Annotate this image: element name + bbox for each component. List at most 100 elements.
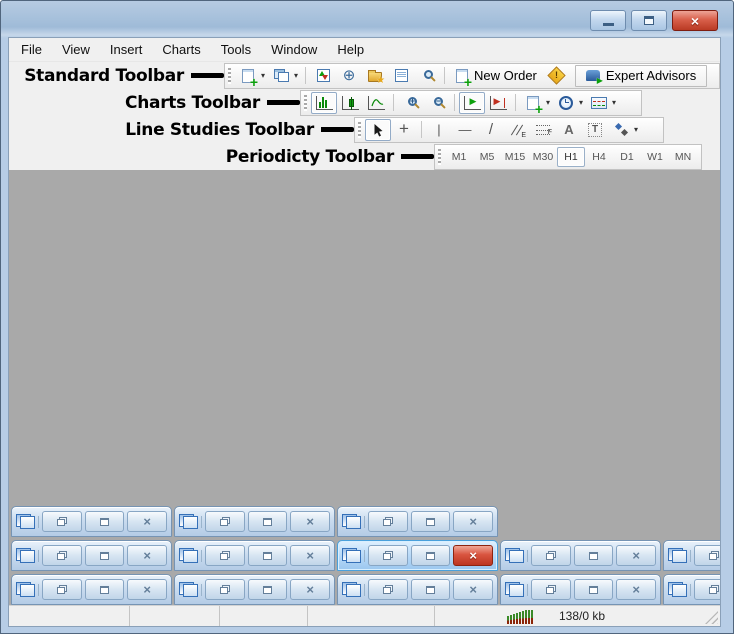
candlestick-chart-button[interactable]: [337, 92, 363, 114]
periods-button[interactable]: [553, 92, 579, 114]
minimized-chart-window[interactable]: ×: [500, 574, 661, 605]
toolbar-grip[interactable]: [438, 149, 441, 165]
navigator-button[interactable]: ★: [362, 65, 388, 87]
minimized-chart-window[interactable]: ×: [337, 574, 498, 605]
menu-item[interactable]: Insert: [100, 39, 153, 60]
restore-button[interactable]: [531, 545, 571, 566]
arrow-tools-dropdown-icon[interactable]: ▾: [634, 126, 638, 134]
indicators-dropdown-icon[interactable]: ▾: [546, 99, 550, 107]
text-label-button[interactable]: T: [582, 119, 608, 141]
zoom-out-button[interactable]: −: [424, 92, 450, 114]
minimized-chart-window[interactable]: ×: [500, 540, 661, 571]
zoom-in-button[interactable]: +: [398, 92, 424, 114]
minimized-chart-window[interactable]: ×: [337, 540, 498, 571]
maximize-button[interactable]: [411, 511, 451, 532]
restore-button[interactable]: [368, 579, 408, 600]
periodicity-button[interactable]: H1: [557, 147, 585, 167]
toolbar-grip[interactable]: [358, 122, 361, 138]
periodicity-button[interactable]: M1: [445, 147, 473, 167]
toolbar-grip[interactable]: [228, 68, 231, 84]
close-button[interactable]: ×: [453, 511, 493, 532]
horizontal-line-button[interactable]: —: [452, 119, 478, 141]
close-window-button[interactable]: ×: [672, 10, 718, 31]
close-button[interactable]: ×: [453, 545, 493, 566]
restore-button[interactable]: [205, 545, 245, 566]
periodicity-button[interactable]: M30: [529, 147, 557, 167]
chart-shift-button[interactable]: ▶: [485, 92, 511, 114]
toolbar-grip[interactable]: [304, 95, 307, 111]
close-button[interactable]: ×: [290, 511, 330, 532]
minimized-chart-window[interactable]: ×: [11, 574, 172, 605]
restore-button[interactable]: [205, 511, 245, 532]
indicators-button[interactable]: +: [520, 92, 546, 114]
restore-button[interactable]: [42, 545, 82, 566]
periodicity-button[interactable]: W1: [641, 147, 669, 167]
menu-item[interactable]: Help: [327, 39, 374, 60]
line-chart-button[interactable]: [363, 92, 389, 114]
market-watch-button[interactable]: [310, 65, 336, 87]
periodicity-button[interactable]: M15: [501, 147, 529, 167]
text-button[interactable]: A: [556, 119, 582, 141]
resize-grip[interactable]: [705, 611, 718, 624]
close-button[interactable]: ×: [127, 579, 167, 600]
data-window-button[interactable]: ⊕: [336, 65, 362, 87]
arrow-tools-button[interactable]: [608, 119, 634, 141]
menu-item[interactable]: Tools: [211, 39, 261, 60]
title-bar[interactable]: ×: [1, 1, 733, 37]
maximize-button[interactable]: [85, 545, 125, 566]
templates-dropdown-icon[interactable]: ▾: [612, 99, 616, 107]
minimized-chart-window[interactable]: ×: [11, 540, 172, 571]
new-chart-dropdown-icon[interactable]: ▾: [261, 72, 265, 80]
close-button[interactable]: ×: [290, 545, 330, 566]
restore-button[interactable]: [694, 545, 720, 566]
menu-item[interactable]: File: [11, 39, 52, 60]
equidistant-channel-button[interactable]: E: [504, 119, 530, 141]
minimized-chart-window[interactable]: ×: [663, 574, 720, 605]
fibonacci-button[interactable]: F: [530, 119, 556, 141]
close-button[interactable]: ×: [290, 579, 330, 600]
expert-advisors-button[interactable]: Expert Advisors: [575, 65, 707, 87]
restore-button[interactable]: [42, 579, 82, 600]
periodicity-button[interactable]: MN: [669, 147, 697, 167]
minimized-chart-window[interactable]: ×: [174, 574, 335, 605]
maximize-button[interactable]: [248, 511, 288, 532]
minimized-chart-window[interactable]: ×: [174, 506, 335, 537]
close-button[interactable]: ×: [127, 545, 167, 566]
minimized-chart-window[interactable]: ×: [11, 506, 172, 537]
trendline-button[interactable]: /: [478, 119, 504, 141]
minimized-chart-window[interactable]: ×: [663, 540, 720, 571]
maximize-button[interactable]: [574, 579, 614, 600]
vertical-line-button[interactable]: |: [426, 119, 452, 141]
cursor-button[interactable]: [365, 119, 391, 141]
periodicity-button[interactable]: H4: [585, 147, 613, 167]
maximize-button[interactable]: [248, 545, 288, 566]
terminal-button[interactable]: [388, 65, 414, 87]
bar-chart-button[interactable]: [311, 92, 337, 114]
restore-button[interactable]: [42, 511, 82, 532]
maximize-button[interactable]: [85, 511, 125, 532]
restore-window-button[interactable]: [631, 10, 667, 31]
maximize-button[interactable]: [85, 579, 125, 600]
close-button[interactable]: ×: [616, 579, 656, 600]
minimized-chart-window[interactable]: ×: [174, 540, 335, 571]
periodicity-button[interactable]: D1: [613, 147, 641, 167]
menu-item[interactable]: Charts: [152, 39, 210, 60]
profiles-dropdown-icon[interactable]: ▾: [294, 72, 298, 80]
templates-button[interactable]: [586, 92, 612, 114]
restore-button[interactable]: [205, 579, 245, 600]
crosshair-button[interactable]: +: [391, 119, 417, 141]
strategy-tester-button[interactable]: [414, 65, 440, 87]
auto-scroll-button[interactable]: ▶: [459, 92, 485, 114]
new-chart-button[interactable]: +: [235, 65, 261, 87]
maximize-button[interactable]: [574, 545, 614, 566]
minimize-window-button[interactable]: [590, 10, 626, 31]
restore-button[interactable]: [368, 545, 408, 566]
periodicity-button[interactable]: M5: [473, 147, 501, 167]
menu-item[interactable]: View: [52, 39, 100, 60]
minimized-chart-window[interactable]: ×: [337, 506, 498, 537]
new-order-button[interactable]: + New Order: [449, 65, 544, 87]
close-button[interactable]: ×: [616, 545, 656, 566]
close-button[interactable]: ×: [453, 579, 493, 600]
restore-button[interactable]: [694, 579, 720, 600]
alert-button[interactable]: !: [544, 65, 570, 87]
